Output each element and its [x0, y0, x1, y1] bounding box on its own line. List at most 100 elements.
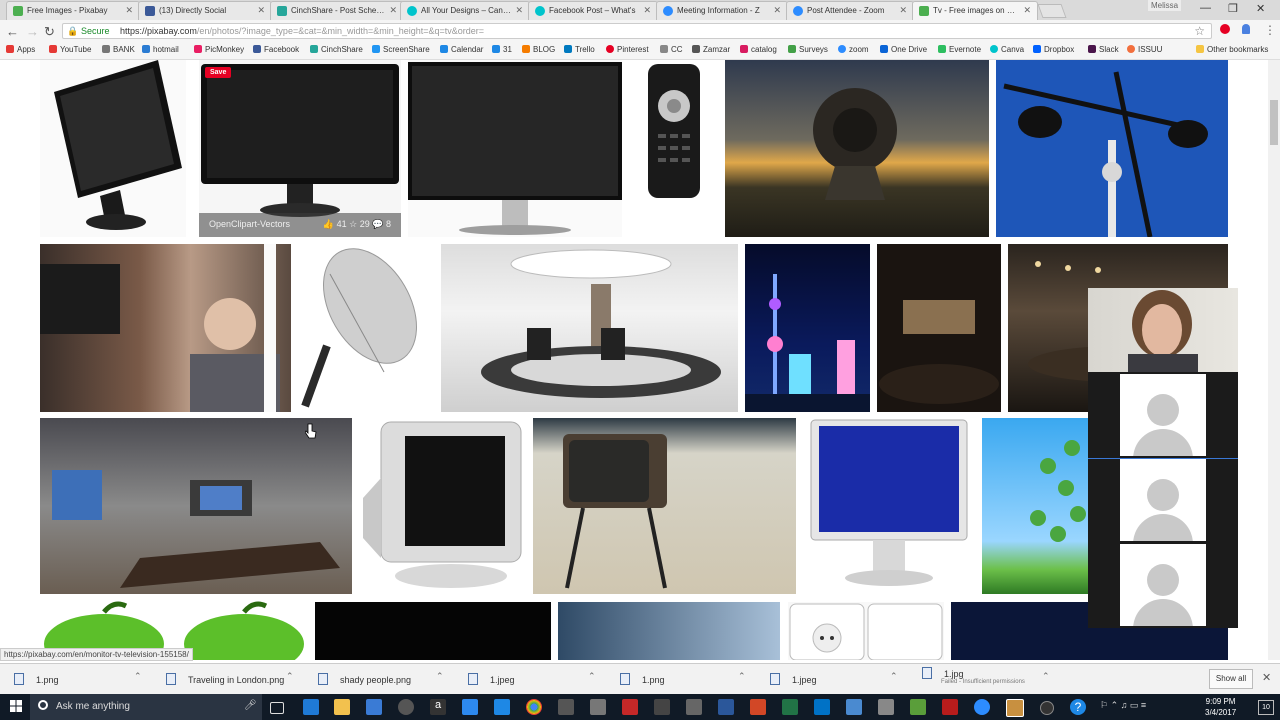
app-icon[interactable] [1040, 701, 1054, 715]
chevron-up-icon[interactable]: ⌃ [738, 671, 746, 682]
bookmark-hotmail[interactable]: hotmail [142, 45, 179, 54]
bookmark-surveys[interactable]: Surveys [788, 45, 828, 54]
thumb-vintage-tv[interactable] [533, 418, 796, 594]
menu-icon[interactable]: ⋮ [1264, 23, 1276, 37]
bookmark-canva[interactable]: Canva [990, 45, 1024, 54]
tab-directly-social[interactable]: (13) Directly Social ✕ [138, 1, 272, 20]
bookmark-zamzar[interactable]: Zamzar [692, 45, 730, 54]
thumb-widescreen-monitor[interactable] [408, 60, 622, 237]
tab-zoom-post-attendee[interactable]: Post Attendee - Zoom ✕ [786, 1, 914, 20]
bookmark-dropbox[interactable]: Dropbox [1033, 45, 1074, 54]
tab-zoom-meeting-info[interactable]: Meeting Information - Z ✕ [656, 1, 788, 20]
thumb-cinema-screen[interactable] [877, 244, 1001, 412]
bookmark-catalog[interactable]: catalog [740, 45, 777, 54]
thumb-night-tower-city[interactable] [745, 244, 870, 412]
image-stats[interactable]: 👍 41 ☆ 29 💬 8 [323, 219, 391, 230]
bookmark-evernote[interactable]: Evernote [938, 45, 981, 54]
task-view-icon[interactable] [270, 702, 284, 714]
download-item-failed[interactable]: 1.jpg [922, 667, 964, 679]
close-icon[interactable]: ✕ [125, 5, 133, 16]
amazon-icon[interactable]: a [430, 699, 446, 715]
new-tab-button[interactable] [1037, 4, 1067, 18]
pdf-icon[interactable] [622, 699, 638, 715]
thumb-satellite-dish[interactable] [300, 244, 432, 412]
extension-icon[interactable] [1242, 24, 1250, 34]
chevron-up-icon[interactable]: ⌃ [286, 671, 294, 682]
bookmark-calendar[interactable]: Calendar [440, 45, 483, 54]
show-all-downloads-button[interactable]: Show all [1209, 669, 1253, 689]
author-name[interactable]: OpenClipart-Vectors [209, 219, 290, 229]
reload-icon[interactable]: ↻ [44, 24, 55, 40]
close-shelf-icon[interactable]: ✕ [1262, 671, 1271, 684]
word-icon[interactable] [718, 699, 734, 715]
tab-canva-facebook-post[interactable]: Facebook Post – What's ✕ [528, 1, 658, 20]
download-item[interactable]: 1.jpeg [770, 673, 817, 685]
close-icon[interactable]: ✕ [389, 5, 397, 16]
photos-app-icon[interactable] [1006, 699, 1024, 717]
pinterest-extension-icon[interactable] [1220, 24, 1230, 34]
chevron-up-icon[interactable]: ⌃ [436, 671, 444, 682]
app-icon[interactable] [686, 699, 702, 715]
app-icon[interactable] [654, 699, 670, 715]
app-icon[interactable] [846, 699, 862, 715]
zoom-video-panel[interactable] [1088, 288, 1238, 628]
download-item[interactable]: 1.png [620, 673, 665, 685]
download-item[interactable]: 1.jpeg [468, 673, 515, 685]
chevron-up-icon[interactable]: ⌃ [134, 671, 142, 682]
address-bar[interactable]: 🔒 Secure https://pixabay.com/en/photos/?… [62, 23, 1212, 39]
store-icon[interactable] [366, 699, 382, 715]
thumb-press-camera-crowd[interactable] [40, 244, 291, 412]
bookmark-cinchshare[interactable]: CinchShare [310, 45, 363, 54]
back-arrow-icon[interactable]: ← [6, 24, 19, 39]
download-item[interactable]: shady people.png [318, 673, 411, 685]
bookmark-issuu[interactable]: ISSUU [1127, 45, 1162, 54]
tab-free-images-pixabay[interactable]: Free Images - Pixabay ✕ [6, 1, 140, 20]
profile-name[interactable]: Melissa [1148, 0, 1182, 11]
app-icon[interactable] [910, 699, 926, 715]
powerpoint-icon[interactable] [750, 699, 766, 715]
thumb-conference-room-screens[interactable] [40, 418, 352, 594]
bookmark-zoom[interactable]: zoom [838, 45, 869, 54]
chrome-icon[interactable] [526, 699, 542, 715]
microphone-icon[interactable]: 🎤︎ [244, 700, 257, 711]
close-icon[interactable]: ✕ [257, 5, 265, 16]
mail-icon[interactable] [462, 699, 478, 715]
bookmark-31[interactable]: 31 [492, 45, 512, 54]
thumb-remote-control[interactable] [632, 60, 716, 237]
outlook-icon[interactable] [814, 699, 830, 715]
bookmark-pinterest[interactable]: Pinterest [606, 45, 649, 54]
edge-icon[interactable] [303, 699, 319, 715]
file-explorer-icon[interactable] [334, 699, 350, 715]
notification-center-icon[interactable]: 10 [1258, 700, 1274, 715]
page-scrollbar[interactable] [1268, 60, 1280, 660]
thumb-crt-monitor[interactable] [359, 418, 526, 594]
photos-icon[interactable] [494, 699, 510, 715]
pinterest-save-button[interactable]: Save [205, 67, 232, 78]
participant-tile[interactable] [1120, 374, 1206, 456]
thumb-monitor-hover[interactable]: Save OpenClipart-Vectors 👍 41 ☆ 29 💬 8 [199, 60, 401, 237]
bookmark-star-icon[interactable]: ☆ [1194, 24, 1205, 38]
bookmark-facebook[interactable]: Facebook [253, 45, 299, 54]
thumb-radar-dome-sunset[interactable] [725, 60, 989, 237]
participant-tile[interactable] [1120, 544, 1206, 626]
close-window-icon[interactable]: ✕ [1256, 2, 1265, 15]
excel-icon[interactable] [782, 699, 798, 715]
bookmark-one-drive[interactable]: One Drive [880, 45, 927, 54]
close-icon[interactable]: ✕ [899, 5, 907, 16]
download-item[interactable]: 1.png [14, 673, 59, 685]
bookmark-bank[interactable]: BANK [102, 45, 135, 54]
thumb-black-screen[interactable] [315, 602, 551, 660]
tab-cinchshare[interactable]: CinchShare - Post Schedu ✕ [270, 1, 404, 20]
zoom-icon[interactable] [974, 699, 990, 715]
minimize-icon[interactable]: — [1200, 2, 1211, 14]
bookmark-picmonkey[interactable]: PicMonkey [194, 45, 244, 54]
media-icon[interactable] [398, 699, 414, 715]
close-icon[interactable]: ✕ [773, 5, 781, 16]
chevron-up-icon[interactable]: ⌃ [588, 671, 596, 682]
thumb-street-lamp-tower[interactable] [996, 60, 1228, 237]
help-icon[interactable]: ? [1070, 699, 1086, 715]
close-icon[interactable]: ✕ [1023, 5, 1031, 16]
bookmark-cc[interactable]: CC [660, 45, 683, 54]
bookmark-youtube[interactable]: YouTube [49, 45, 91, 54]
chevron-up-icon[interactable]: ⌃ [1042, 671, 1050, 682]
